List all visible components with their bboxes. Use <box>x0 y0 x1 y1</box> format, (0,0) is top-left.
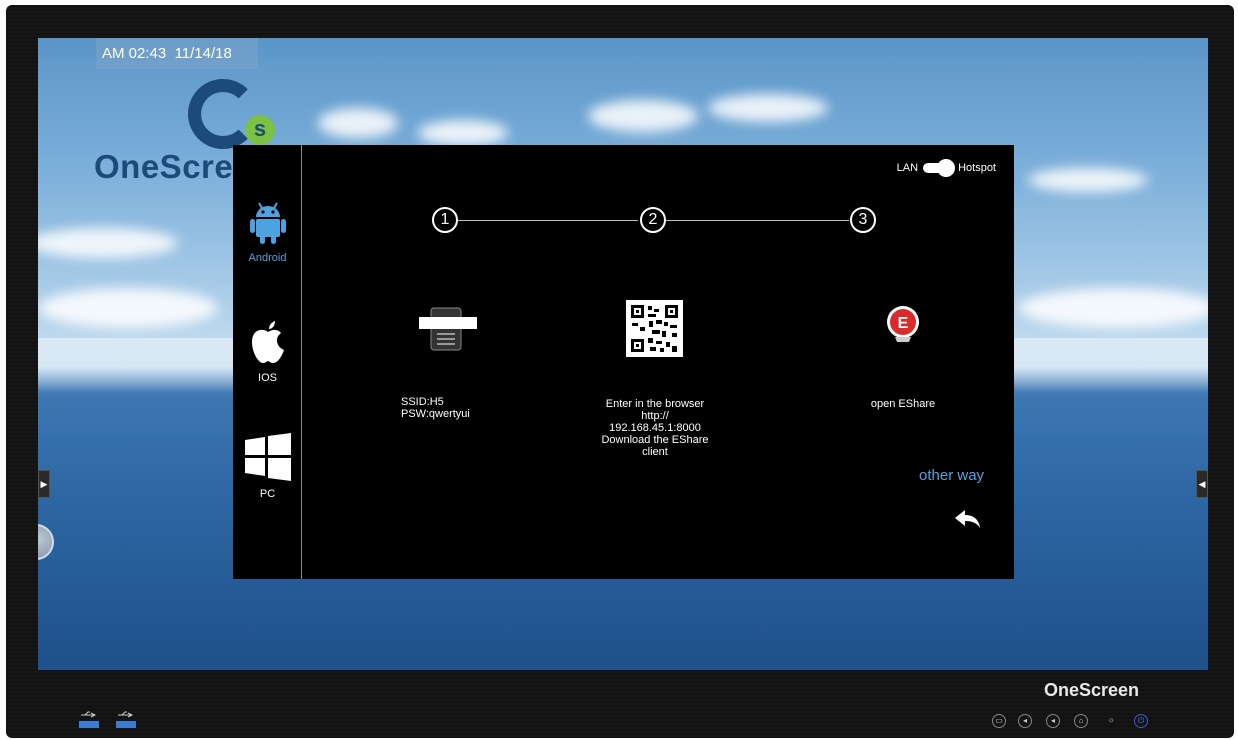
network-toggle[interactable]: LAN Hotspot <box>896 159 996 177</box>
cloud <box>1028 168 1148 192</box>
browser-instruction: Enter in the browser <box>605 398 705 410</box>
browser-url: 192.168.45.1:8000 <box>609 422 701 434</box>
step-1-text: SSID:H5 PSW:qwertyui <box>401 396 481 420</box>
browser-url-prefix: http:// <box>641 410 669 422</box>
usb-port-icon <box>79 711 99 728</box>
step-number-1: 1 <box>432 207 458 233</box>
toggle-label-hotspot: Hotspot <box>958 162 996 174</box>
step-number-3: 3 <box>850 207 876 233</box>
cloud <box>38 228 178 258</box>
onescreen-logo-dot: s <box>245 115 275 145</box>
onescreen-logo-text: OneScre <box>94 148 234 185</box>
left-side-tab[interactable]: ▶ <box>38 470 50 498</box>
bezel-brand: OneScreen <box>1044 680 1140 700</box>
step-connector <box>666 220 849 221</box>
cloud <box>38 288 218 328</box>
password-text: PSW:qwertyui <box>401 408 470 420</box>
back-arrow-icon[interactable] <box>953 507 983 531</box>
clock-time: AM 02:43 <box>102 45 167 62</box>
desktop-screen: AM 02:43 11/14/18 s OneScre ▶ ◀ Android <box>38 38 1208 670</box>
other-way-link[interactable]: other way <box>919 467 984 484</box>
volume-down-icon[interactable]: ◂ <box>1018 714 1032 728</box>
clock-date: 11/14/18 <box>174 45 232 62</box>
qr-code-icon[interactable] <box>626 300 683 357</box>
os-tab-pc[interactable]: PC <box>233 433 302 500</box>
step-number-2: 2 <box>640 207 666 233</box>
eshare-dialog: Android IOS PC LAN Hotspot 1 2 3 SSID:H5… <box>233 145 1014 579</box>
power-icon[interactable]: ⏻ <box>1134 714 1148 728</box>
ssid-text: SSID:H5 <box>401 396 444 408</box>
os-tab-android[interactable]: Android <box>233 199 302 264</box>
windows-icon <box>244 433 291 481</box>
phone-wifi-icon <box>419 307 477 351</box>
svg-text:E: E <box>898 315 909 332</box>
apple-icon <box>251 321 284 363</box>
display-icon[interactable]: ▭ <box>992 714 1006 728</box>
cloud <box>588 100 698 132</box>
cloud <box>708 94 828 122</box>
floating-menu-handle[interactable] <box>38 524 54 560</box>
os-tab-label: IOS <box>258 372 277 384</box>
download-instruction-cont: client <box>642 446 668 458</box>
android-icon <box>249 202 286 244</box>
download-instruction: Download the EShare <box>601 434 709 446</box>
cloud <box>1018 288 1208 328</box>
cloud <box>418 120 508 146</box>
os-tab-ios[interactable]: IOS <box>233 317 302 384</box>
status-clock: AM 02:43 11/14/18 <box>96 38 258 69</box>
usb-port-icon <box>116 711 136 728</box>
step-3-text: open EShare <box>870 398 936 410</box>
toggle-label-lan: LAN <box>896 162 919 174</box>
os-tab-label: PC <box>259 488 276 500</box>
toggle-switch[interactable] <box>923 159 956 177</box>
brightness-icon[interactable]: ☼ <box>1104 714 1118 728</box>
right-side-tab[interactable]: ◀ <box>1196 470 1208 498</box>
os-sidebar: Android IOS PC <box>233 145 302 579</box>
eshare-app-icon[interactable]: E <box>886 305 920 343</box>
home-icon[interactable]: ⌂ <box>1074 714 1088 728</box>
os-tab-label: Android <box>248 252 287 264</box>
cloud <box>318 108 398 138</box>
step-2-text: Enter in the browser http:// 192.168.45.… <box>594 398 716 458</box>
volume-up-icon[interactable]: ◂ <box>1046 714 1060 728</box>
step-connector <box>458 220 638 221</box>
